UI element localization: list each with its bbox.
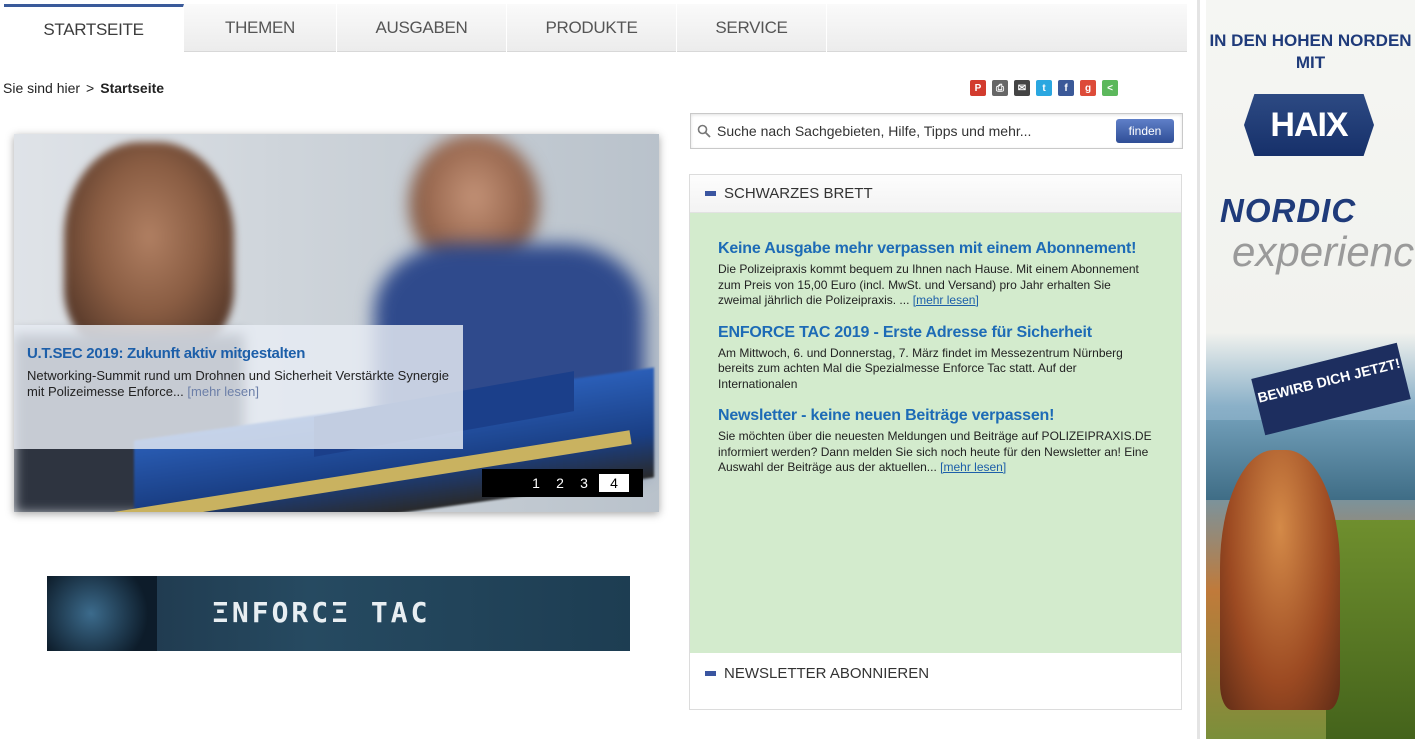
item-text-body: Am Mittwoch, 6. und Donnerstag, 7. März … bbox=[718, 345, 1123, 391]
breadcrumb-current[interactable]: Startseite bbox=[100, 80, 164, 96]
tab-service[interactable]: SERVICE bbox=[677, 4, 827, 52]
item-title[interactable]: Newsletter - keine neuen Beiträge verpas… bbox=[718, 406, 1153, 426]
item-text: Sie möchten über die neuesten Meldungen … bbox=[718, 429, 1153, 476]
tab-ausgaben[interactable]: AUSGABEN bbox=[337, 4, 507, 52]
schwarzes-brett-title: SCHWARZES BRETT bbox=[724, 185, 873, 202]
tab-themen[interactable]: THEMEN bbox=[184, 4, 337, 52]
breadcrumb: Sie sind hier > Startseite bbox=[3, 80, 164, 96]
hero-pagination: 1 2 3 4 bbox=[482, 469, 643, 497]
breadcrumb-separator: > bbox=[86, 80, 95, 96]
hero-slider[interactable]: U.T.SEC 2019: Zukunft aktiv mitgestalten… bbox=[14, 134, 659, 512]
ad-experience-text: experience bbox=[1232, 228, 1415, 275]
item-more-link[interactable]: [mehr lesen] bbox=[940, 460, 1006, 474]
ad-image-hiker bbox=[1220, 450, 1340, 710]
tab-produkte[interactable]: PRODUKTE bbox=[507, 4, 677, 52]
breadcrumb-prefix: Sie sind hier bbox=[3, 80, 81, 96]
facebook-icon[interactable]: f bbox=[1058, 80, 1074, 96]
hero-page-1[interactable]: 1 bbox=[527, 474, 545, 492]
hero-text: Networking-Summit rund um Drohnen und Si… bbox=[27, 368, 450, 400]
column-divider bbox=[1197, 0, 1200, 739]
item-more-link[interactable]: [mehr lesen] bbox=[913, 293, 979, 307]
share-toolbar: P ⎙ ✉ t f g < bbox=[970, 80, 1118, 96]
list-item: Newsletter - keine neuen Beiträge verpas… bbox=[718, 406, 1153, 476]
hero-page-4[interactable]: 4 bbox=[599, 474, 629, 492]
tab-startseite[interactable]: STARTSEITE bbox=[4, 4, 184, 52]
search-input[interactable] bbox=[717, 123, 1116, 139]
enforce-tac-banner[interactable]: ΞNFORCΞ TAC bbox=[47, 576, 630, 651]
schwarzes-brett-box: SCHWARZES BRETT Keine Ausgabe mehr verpa… bbox=[689, 174, 1182, 710]
haix-logo: HAIX bbox=[1244, 94, 1374, 156]
newsletter-header[interactable]: NEWSLETTER ABONNIEREN bbox=[690, 653, 1181, 693]
enforce-banner-photo bbox=[47, 576, 157, 651]
hero-page-2[interactable]: 2 bbox=[551, 474, 569, 492]
schwarzes-brett-header: SCHWARZES BRETT bbox=[690, 175, 1181, 213]
list-item: ENFORCE TAC 2019 - Erste Adresse für Sic… bbox=[718, 323, 1153, 393]
list-item: Keine Ausgabe mehr verpassen mit einem A… bbox=[718, 239, 1153, 309]
share-icon[interactable]: < bbox=[1102, 80, 1118, 96]
haix-advertisement[interactable]: IN DEN HOHEN NORDEN MIT HAIX NORDIC expe… bbox=[1206, 0, 1415, 739]
googleplus-icon[interactable]: g bbox=[1080, 80, 1096, 96]
search-icon bbox=[691, 118, 717, 144]
print-icon[interactable]: ⎙ bbox=[992, 80, 1008, 96]
item-text: Am Mittwoch, 6. und Donnerstag, 7. März … bbox=[718, 346, 1153, 393]
hero-title[interactable]: U.T.SEC 2019: Zukunft aktiv mitgestalten bbox=[27, 345, 450, 362]
hero-caption: U.T.SEC 2019: Zukunft aktiv mitgestalten… bbox=[14, 325, 463, 449]
schwarzes-brett-list: Keine Ausgabe mehr verpassen mit einem A… bbox=[690, 213, 1181, 653]
page: STARTSEITE THEMEN AUSGABEN PRODUKTE SERV… bbox=[0, 0, 1415, 739]
hero-more-link[interactable]: [mehr lesen] bbox=[187, 384, 259, 399]
section-marker-icon bbox=[705, 670, 716, 676]
section-marker-icon bbox=[705, 191, 716, 196]
item-title[interactable]: ENFORCE TAC 2019 - Erste Adresse für Sic… bbox=[718, 323, 1153, 343]
email-icon[interactable]: ✉ bbox=[1014, 80, 1030, 96]
newsletter-title: NEWSLETTER ABONNIEREN bbox=[724, 664, 930, 682]
ad-nordic-text: NORDIC bbox=[1220, 192, 1357, 229]
twitter-icon[interactable]: t bbox=[1036, 80, 1052, 96]
main-navigation: STARTSEITE THEMEN AUSGABEN PRODUKTE SERV… bbox=[4, 4, 1187, 52]
search-button[interactable]: finden bbox=[1116, 119, 1174, 143]
pdf-icon[interactable]: P bbox=[970, 80, 986, 96]
item-title[interactable]: Keine Ausgabe mehr verpassen mit einem A… bbox=[718, 239, 1153, 259]
item-text-body: Sie möchten über die neuesten Meldungen … bbox=[718, 429, 1152, 474]
enforce-banner-logo: ΞNFORCΞ TAC bbox=[212, 596, 431, 629]
ad-headline: IN DEN HOHEN NORDEN MIT bbox=[1209, 31, 1412, 72]
search-bar: finden bbox=[690, 113, 1183, 149]
hero-image-person-left bbox=[64, 142, 234, 352]
nav-filler bbox=[827, 4, 1187, 51]
item-text: Die Polizeipraxis kommt bequem zu Ihnen … bbox=[718, 262, 1153, 309]
hero-page-3[interactable]: 3 bbox=[575, 474, 593, 492]
